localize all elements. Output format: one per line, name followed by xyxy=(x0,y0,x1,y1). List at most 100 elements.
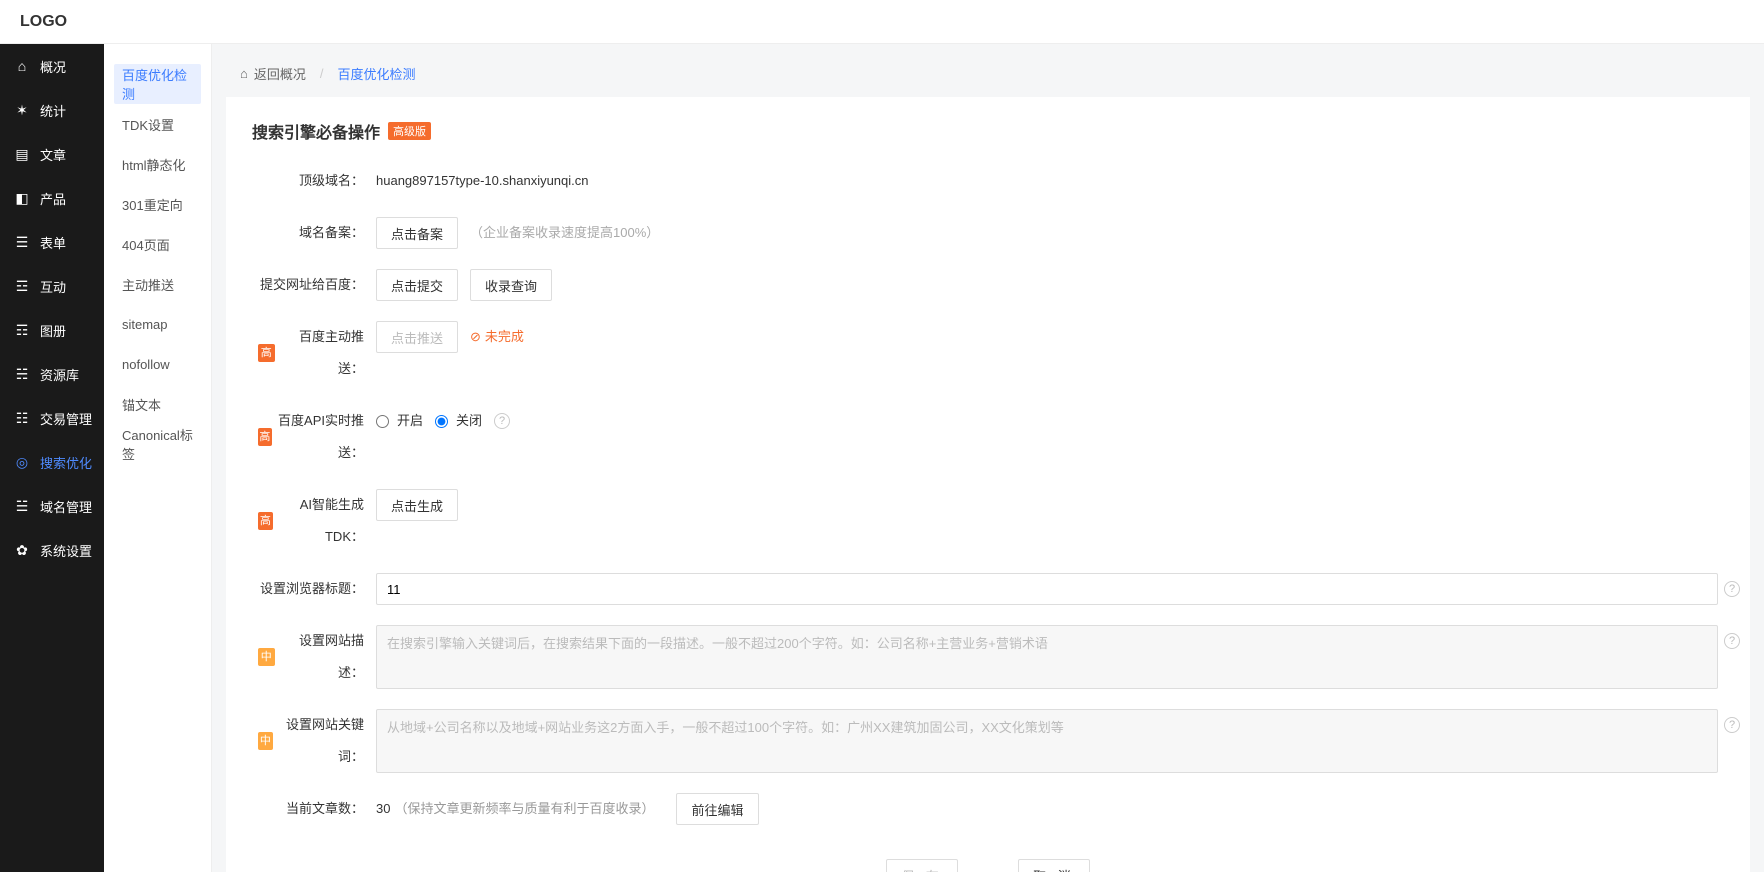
label-beian: 域名备案： xyxy=(258,217,376,249)
nav-item-11[interactable]: ✿ 系统设置 xyxy=(0,528,104,572)
breadcrumb-sep: / xyxy=(320,66,324,81)
radio-off-input[interactable] xyxy=(435,415,448,428)
row-count: 当前文章数： 30 （保持文章更新频率与质量有利于百度收录） 前往编辑 xyxy=(258,793,1718,825)
breadcrumb-current: 百度优化检测 xyxy=(338,64,416,83)
subnav-item-1[interactable]: TDK设置 xyxy=(114,104,201,144)
nav-label: 表单 xyxy=(40,233,66,252)
stats-icon: ✶ xyxy=(14,102,30,118)
form-actions: 保 存 取 消 xyxy=(258,859,1718,872)
row-domain: 顶级域名： huang897157type-10.shanxiyunqi.cn xyxy=(258,165,1718,197)
seo-icon: ◎ xyxy=(14,454,30,470)
subnav-item-8[interactable]: 锚文本 xyxy=(114,384,201,424)
nav-label: 互动 xyxy=(40,277,66,296)
label-desc: 中 设置网站描述： xyxy=(258,625,376,689)
subnav-item-0[interactable]: 百度优化检测 xyxy=(114,64,201,104)
row-kw: 中 设置网站关键词： ? xyxy=(258,709,1718,773)
help-icon[interactable]: ? xyxy=(1724,581,1740,597)
beian-hint: （企业备案收录速度提高100%） xyxy=(470,217,659,249)
nav-item-5[interactable]: ☲互动 xyxy=(0,264,104,308)
nav-item-2[interactable]: ▤ 文章 xyxy=(0,132,104,176)
nav-item-3[interactable]: ◧ 产品 xyxy=(0,176,104,220)
form-icon: ☰ xyxy=(14,234,30,250)
row-api: 高 百度API实时推送： 开启 关闭 ? xyxy=(258,405,1718,469)
subnav-item-9[interactable]: Canonical标签 xyxy=(114,424,201,464)
nav-item-9[interactable]: ◎搜索优化 xyxy=(0,440,104,484)
subnav-item-4[interactable]: 404页面 xyxy=(114,224,201,264)
nav-label: 资源库 xyxy=(40,365,79,384)
radio-on[interactable]: 开启 xyxy=(376,405,423,437)
breadcrumb: ⌂ 返回概况 / 百度优化检测 xyxy=(226,58,1750,97)
label-kw: 中 设置网站关键词： xyxy=(258,709,376,773)
home-icon: ⌂ xyxy=(240,66,248,81)
content: ⌂ 返回概况 / 百度优化检测 搜索引擎必备操作 高级版 顶级域名： huang… xyxy=(212,44,1764,872)
nav-label: 文章 xyxy=(40,145,66,164)
breadcrumb-back[interactable]: ⌂ 返回概况 xyxy=(240,64,306,83)
title-input[interactable] xyxy=(376,573,1718,605)
nav-label: 域名管理 xyxy=(40,497,92,516)
subnav-item-6[interactable]: sitemap xyxy=(114,304,201,344)
row-ai: 高 AI智能生成TDK： 点击生成 xyxy=(258,489,1718,553)
article-icon: ▤ xyxy=(14,146,30,162)
tag-high: 高 xyxy=(258,344,275,362)
panel: 搜索引擎必备操作 高级版 顶级域名： huang897157type-10.sh… xyxy=(226,97,1750,872)
settings-icon: ✿ xyxy=(14,542,30,558)
row-beian: 域名备案： 点击备案 （企业备案收录速度提高100%） xyxy=(258,217,1718,249)
label-title: 设置浏览器标题： xyxy=(258,573,376,605)
label-submit: 提交网址给百度： xyxy=(258,269,376,301)
section-title: 搜索引擎必备操作 高级版 xyxy=(252,119,1718,143)
nav-item-7[interactable]: ☵资源库 xyxy=(0,352,104,396)
label-api: 高 百度API实时推送： xyxy=(258,405,376,469)
label-ai: 高 AI智能生成TDK： xyxy=(258,489,376,553)
beian-button[interactable]: 点击备案 xyxy=(376,217,458,249)
nav-label: 概况 xyxy=(40,57,66,76)
nav-main: ⌂ 概况 ✶统计 ▤ 文章 ◧ 产品 ☰ 表单 ☲互动☶图册☵资源库 ☷ 交易管理 ◎搜索优化 ☱ 域名管理… xyxy=(0,44,104,872)
help-icon[interactable]: ? xyxy=(1724,717,1740,733)
warn-icon: ⊘ xyxy=(470,321,481,353)
home-icon: ⌂ xyxy=(14,58,30,74)
nav-item-0[interactable]: ⌂ 概况 xyxy=(0,44,104,88)
cancel-button[interactable]: 取 消 xyxy=(1018,859,1090,872)
nav-label: 图册 xyxy=(40,321,66,340)
row-desc: 中 设置网站描述： ? xyxy=(258,625,1718,689)
push-status: ⊘ 未完成 xyxy=(470,321,524,353)
radio-on-input[interactable] xyxy=(376,415,389,428)
count-value: 30 xyxy=(376,793,390,825)
push-button: 点击推送 xyxy=(376,321,458,353)
trade-icon: ☷ xyxy=(14,410,30,426)
tag-high: 高 xyxy=(258,512,273,530)
nav-label: 交易管理 xyxy=(40,409,92,428)
save-button[interactable]: 保 存 xyxy=(886,859,958,872)
nav-label: 系统设置 xyxy=(40,541,92,560)
subnav-item-7[interactable]: nofollow xyxy=(114,344,201,384)
product-icon: ◧ xyxy=(14,190,30,206)
subnav-item-3[interactable]: 301重定向 xyxy=(114,184,201,224)
nav-item-1[interactable]: ✶统计 xyxy=(0,88,104,132)
radio-off[interactable]: 关闭 xyxy=(435,405,482,437)
tag-mid: 中 xyxy=(258,732,273,750)
ai-button[interactable]: 点击生成 xyxy=(376,489,458,521)
edit-button[interactable]: 前往编辑 xyxy=(676,793,758,825)
label-domain: 顶级域名： xyxy=(258,165,376,197)
premium-badge: 高级版 xyxy=(388,122,431,140)
nav-item-6[interactable]: ☶图册 xyxy=(0,308,104,352)
help-icon[interactable]: ? xyxy=(1724,633,1740,649)
subnav-item-5[interactable]: 主动推送 xyxy=(114,264,201,304)
row-title: 设置浏览器标题： ? xyxy=(258,573,1718,605)
nav-item-8[interactable]: ☷ 交易管理 xyxy=(0,396,104,440)
nav-item-10[interactable]: ☱ 域名管理 xyxy=(0,484,104,528)
tag-high: 高 xyxy=(258,428,272,446)
label-count: 当前文章数： xyxy=(258,793,376,825)
tag-mid: 中 xyxy=(258,648,275,666)
kw-input[interactable] xyxy=(376,709,1718,773)
row-submit: 提交网址给百度： 点击提交 收录查询 xyxy=(258,269,1718,301)
nav-item-4[interactable]: ☰ 表单 xyxy=(0,220,104,264)
domain-icon: ☱ xyxy=(14,498,30,514)
value-domain: huang897157type-10.shanxiyunqi.cn xyxy=(376,165,1718,197)
submit-button[interactable]: 点击提交 xyxy=(376,269,458,301)
nav-label: 产品 xyxy=(40,189,66,208)
query-button[interactable]: 收录查询 xyxy=(470,269,552,301)
subnav-item-2[interactable]: html静态化 xyxy=(114,144,201,184)
help-icon[interactable]: ? xyxy=(494,413,510,429)
desc-input[interactable] xyxy=(376,625,1718,689)
nav-sub: 百度优化检测TDK设置html静态化301重定向404页面主动推送sitemap… xyxy=(104,44,212,872)
